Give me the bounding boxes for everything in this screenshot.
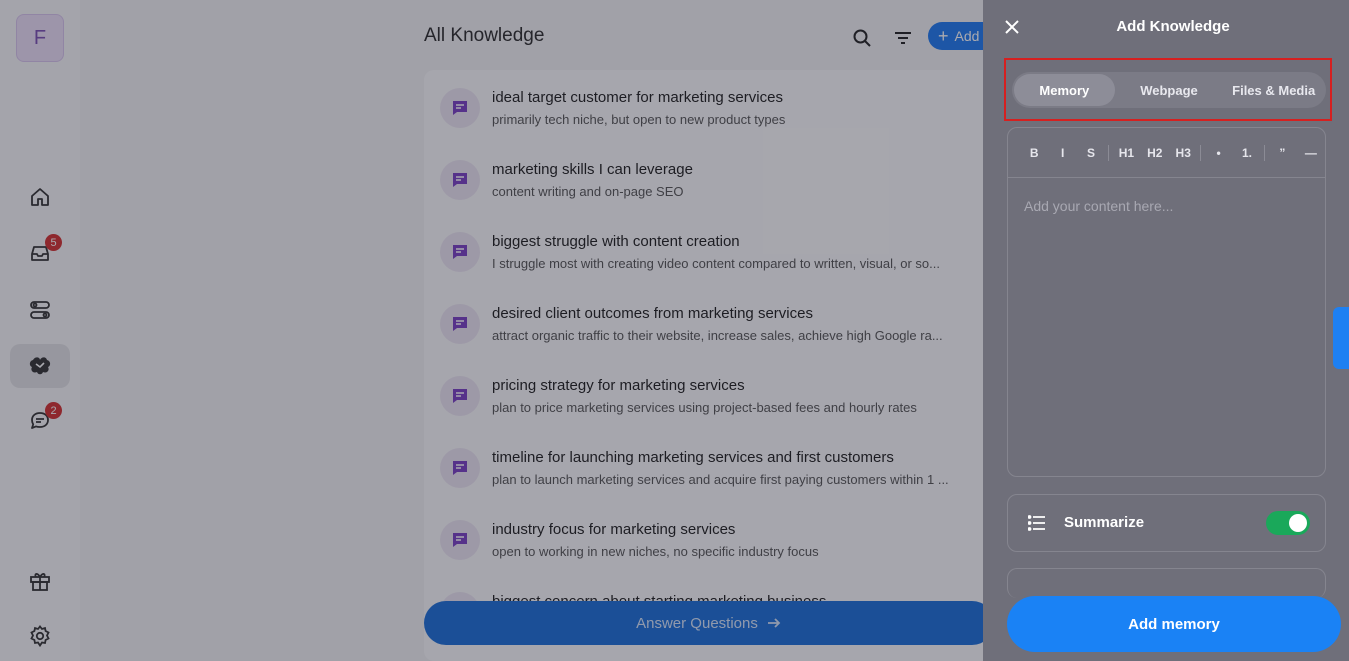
bullet-list-button[interactable]: • bbox=[1204, 146, 1232, 160]
heading3-button[interactable]: H3 bbox=[1169, 146, 1197, 160]
toolbar-divider bbox=[1264, 144, 1266, 161]
add-memory-button[interactable]: Add memory bbox=[1007, 596, 1341, 652]
heading1-button[interactable]: H1 bbox=[1112, 146, 1140, 160]
heading2-button[interactable]: H2 bbox=[1141, 146, 1169, 160]
bold-button[interactable]: B bbox=[1020, 146, 1048, 160]
tab-webpage[interactable]: Webpage bbox=[1119, 74, 1220, 106]
source-tabs: Memory Webpage Files & Media bbox=[1012, 72, 1326, 108]
tab-memory[interactable]: Memory bbox=[1014, 74, 1115, 106]
feedback-side-tab[interactable] bbox=[1333, 307, 1349, 369]
content-editor[interactable]: B I S H1 H2 H3 • 1. ” — Add your content… bbox=[1007, 127, 1326, 477]
tabs-highlight-box: Memory Webpage Files & Media bbox=[1004, 58, 1332, 121]
toolbar-divider bbox=[1200, 144, 1202, 161]
list-icon bbox=[1028, 515, 1045, 531]
summarize-row: Summarize bbox=[1007, 494, 1326, 552]
numbered-list-button[interactable]: 1. bbox=[1233, 146, 1261, 160]
italic-button[interactable]: I bbox=[1048, 146, 1076, 160]
tab-files-media[interactable]: Files & Media bbox=[1223, 74, 1324, 106]
summarize-label: Summarize bbox=[1064, 514, 1145, 531]
collapsed-options-card bbox=[1007, 568, 1326, 598]
toolbar-divider bbox=[1108, 144, 1110, 161]
quote-button[interactable]: ” bbox=[1268, 146, 1296, 160]
add-knowledge-panel: Add Knowledge Memory Webpage Files & Med… bbox=[983, 0, 1349, 661]
divider-button[interactable]: — bbox=[1297, 146, 1325, 160]
strikethrough-button[interactable]: S bbox=[1077, 146, 1105, 160]
editor-toolbar: B I S H1 H2 H3 • 1. ” — bbox=[1008, 128, 1325, 178]
panel-title: Add Knowledge bbox=[1116, 18, 1230, 35]
modal-backdrop[interactable] bbox=[0, 0, 983, 661]
summarize-toggle[interactable] bbox=[1266, 511, 1310, 535]
editor-placeholder: Add your content here... bbox=[1024, 198, 1174, 214]
